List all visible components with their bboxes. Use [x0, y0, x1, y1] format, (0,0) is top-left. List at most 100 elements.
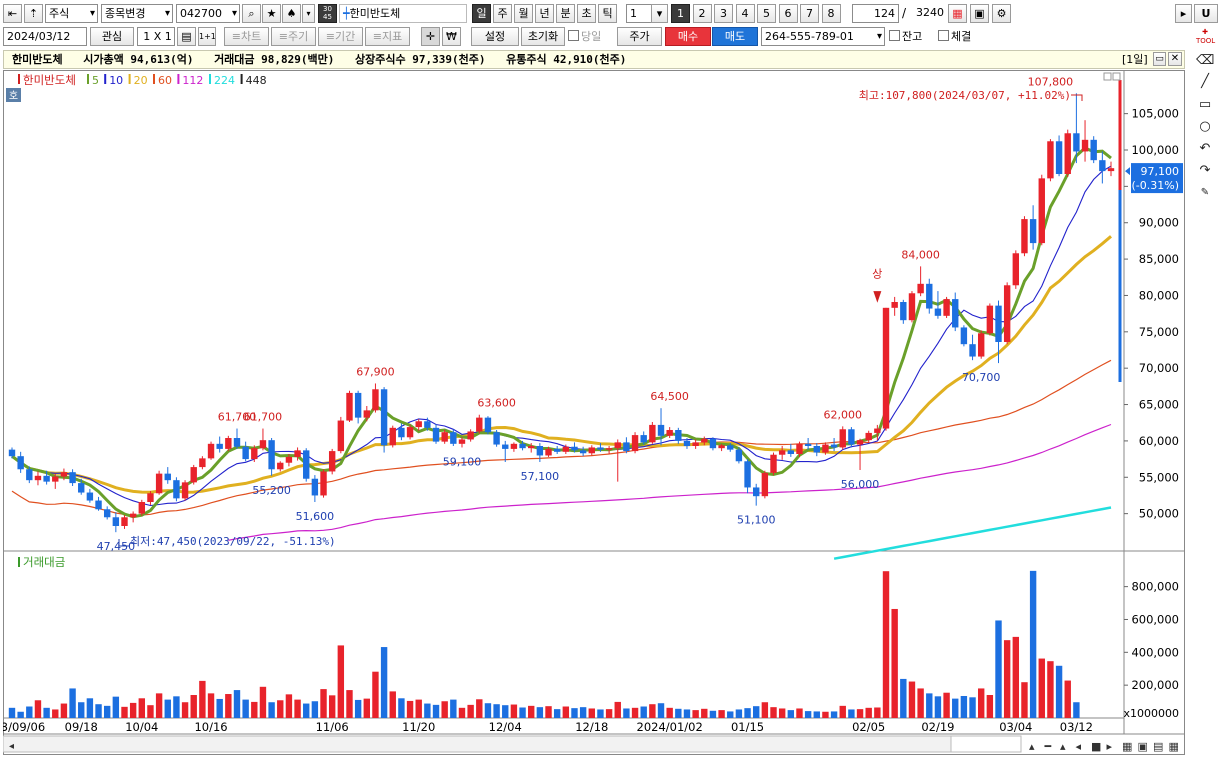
period-tab-0[interactable]: 일 [472, 4, 491, 23]
price-annotation: 56,000 [841, 478, 880, 491]
interval-dropdown-icon[interactable]: ▾ [651, 4, 668, 23]
u-button[interactable]: U [1194, 4, 1218, 23]
one-plus-one-icon[interactable]: 1+1 [198, 27, 216, 46]
reset-label: 초기화 [527, 30, 559, 43]
page-button-8[interactable]: 8 [821, 4, 841, 23]
candle-body [778, 450, 786, 455]
period-tab-1[interactable]: 주 [493, 4, 512, 23]
tool-icon[interactable]: ✚ TOOL [1196, 28, 1215, 46]
sell-button[interactable]: 매도 [712, 27, 758, 46]
period-tab-3[interactable]: 년 [535, 4, 554, 23]
volume-bar [605, 709, 613, 718]
today-checkbox[interactable]: 당일 [568, 27, 601, 46]
volume-bar [822, 711, 829, 718]
price-chart[interactable]: 50,000 55,000 60,000 65,000 70,000 75,000 80,0… [0, 70, 1185, 755]
price-tick-label: 75,000 [1139, 325, 1179, 339]
candle-body [320, 471, 327, 496]
volume-bar [78, 702, 85, 718]
candle-body [977, 333, 985, 357]
grid-field[interactable]: 1 X 1 [137, 27, 175, 46]
page-button-3[interactable]: 3 [714, 4, 733, 23]
link-toggle-button[interactable]: ⇤ [3, 4, 22, 23]
redo-icon[interactable]: ↷ [1196, 162, 1214, 180]
date-label: 02/05 [852, 720, 885, 734]
fill-checkbox[interactable]: 체결 [938, 27, 971, 46]
rectangle-icon[interactable]: ▭ [1196, 96, 1214, 114]
undo-icon[interactable]: ↶ [1196, 140, 1214, 158]
circle-icon[interactable]: ○ [1196, 118, 1214, 136]
candle-body [476, 417, 483, 432]
period-tab-2[interactable]: 월 [514, 4, 533, 23]
won-icon[interactable]: ₩ [442, 27, 461, 46]
spade-icon[interactable]: ♠ [282, 4, 301, 23]
close-icon[interactable]: ✕ [1168, 52, 1182, 66]
text-tool-icon[interactable]: ✎ [1196, 184, 1214, 202]
candle-body [744, 461, 751, 488]
horizontal-scrollbar [2, 735, 952, 753]
expand-panel-icon[interactable]: ▸ [1175, 4, 1192, 23]
page-button-5[interactable]: 5 [757, 4, 776, 23]
minimize-icon[interactable]: ▭ [1153, 52, 1166, 66]
volume-bar [545, 706, 552, 718]
change-stock-select[interactable]: 종목변경 [101, 4, 173, 23]
scroll-down-icon[interactable]: ▾ [302, 4, 315, 23]
volume-bar [649, 704, 656, 718]
candle-body [484, 417, 492, 433]
volume-bar [458, 707, 466, 718]
candle-type-icon[interactable]: ▦ [948, 4, 967, 23]
grid-layout-icon[interactable]: ▤ [177, 27, 196, 46]
candle-body [1047, 141, 1054, 179]
number-badge-icon[interactable]: 30 45 [318, 4, 337, 23]
price-button[interactable]: 주가 [617, 27, 662, 46]
candle-body [251, 448, 258, 460]
price-annotation: 57,100 [521, 470, 560, 483]
candle-body [398, 427, 405, 438]
page-button-6[interactable]: 6 [778, 4, 798, 23]
eraser-icon[interactable]: ⌫ [1196, 52, 1214, 70]
scroll-control-icon: ▣ [1138, 740, 1148, 753]
candle-body [510, 443, 518, 449]
volume-bar [960, 695, 968, 718]
period-tab-6[interactable]: 틱 [598, 4, 617, 23]
line-icon[interactable]: ╱ [1196, 73, 1214, 91]
candle-body [917, 283, 924, 294]
crosshair-icon[interactable]: ✛ [421, 27, 440, 46]
date-field[interactable]: 2024/03/12 [3, 27, 87, 46]
page-button-2[interactable]: 2 [692, 4, 712, 23]
volume-bar [709, 710, 717, 718]
volume-tick-label: 800,000 [1131, 580, 1179, 594]
market-select[interactable]: 주식 [45, 4, 98, 23]
count-field[interactable]: 124 [852, 4, 899, 23]
volume-bar [303, 703, 310, 718]
chart-area[interactable]: 50,000 55,000 60,000 65,000 70,000 75,000 80,0… [0, 70, 1185, 755]
volume-bar [770, 707, 777, 718]
price-tick-label: 90,000 [1139, 216, 1179, 230]
stock-code-value: 042700 [180, 7, 222, 20]
search-icon[interactable]: ⌕ [242, 4, 261, 23]
candle-body [709, 438, 717, 449]
period-tab-4[interactable]: 분 [556, 4, 575, 23]
gear-icon[interactable]: ⚙ [992, 4, 1011, 23]
stock-code-field[interactable]: 042700 [176, 4, 240, 23]
volume-bar [484, 703, 492, 718]
page-button-7[interactable]: 7 [800, 4, 819, 23]
page-button-1[interactable]: 1 [671, 4, 690, 23]
candle-body [1073, 133, 1080, 152]
candle-body [121, 517, 128, 526]
legend-ma-marker [177, 74, 180, 84]
page-button-4[interactable]: 4 [735, 4, 755, 23]
fix-toggle-button[interactable]: ⇡ [24, 4, 43, 23]
watch-button[interactable]: 관심 [90, 27, 134, 46]
volume-bar [277, 700, 284, 718]
reset-button[interactable]: 초기화 [521, 27, 565, 46]
balance-checkbox[interactable]: 잔고 [889, 27, 922, 46]
stock-name-field[interactable]: ┿한미반도체 [339, 4, 467, 23]
star-icon[interactable]: ★ [262, 4, 281, 23]
account-select[interactable]: 264-555-789-01 [761, 27, 885, 46]
buy-button[interactable]: 매수 [665, 27, 711, 46]
disabled-button-3: ≡지표 [365, 27, 410, 46]
period-tab-5[interactable]: 초 [577, 4, 596, 23]
save-icon[interactable]: ▣ [970, 4, 989, 23]
settings-button[interactable]: 설정 [471, 27, 519, 46]
candle-body [528, 446, 535, 449]
